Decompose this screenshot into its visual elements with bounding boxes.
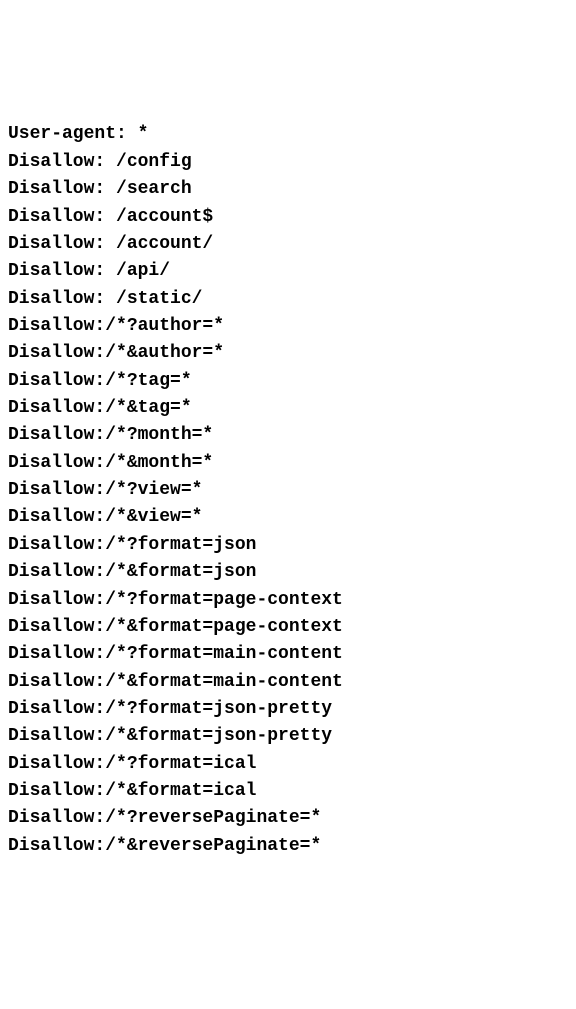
robots-line: Disallow:/*?reversePaginate=* [8,805,568,832]
robots-line: Disallow:/*?tag=* [8,368,568,395]
robots-line: Disallow:/*?format=json [8,532,568,559]
robots-line: Disallow: /account/ [8,231,568,258]
robots-line: Disallow:/*&month=* [8,450,568,477]
robots-line: Disallow:/*?format=ical [8,751,568,778]
robots-line: Disallow:/*&reversePaginate=* [8,833,568,860]
robots-line: Disallow: /static/ [8,286,568,313]
robots-line: Disallow:/*&author=* [8,340,568,367]
robots-line: Disallow:/*?format=json-pretty [8,696,568,723]
robots-line: Disallow:/*&format=page-context [8,614,568,641]
robots-line: Disallow:/*&format=json [8,559,568,586]
robots-line: Disallow:/*?month=* [8,422,568,449]
robots-line: Disallow:/*&format=main-content [8,669,568,696]
robots-line: Disallow: /config [8,149,568,176]
robots-line: Disallow:/*?format=page-context [8,587,568,614]
robots-line: Disallow:/*?author=* [8,313,568,340]
robots-line: Disallow:/*&format=ical [8,778,568,805]
robots-line: Disallow:/*&tag=* [8,395,568,422]
robots-line: Disallow:/*?format=main-content [8,641,568,668]
robots-txt-content: User-agent: *Disallow: /configDisallow: … [8,121,568,860]
robots-line: Disallow: /api/ [8,258,568,285]
robots-line: User-agent: * [8,121,568,148]
robots-line: Disallow:/*&format=json-pretty [8,723,568,750]
robots-line: Disallow:/*&view=* [8,504,568,531]
robots-line: Disallow: /account$ [8,204,568,231]
robots-line: Disallow: /search [8,176,568,203]
robots-line: Disallow:/*?view=* [8,477,568,504]
